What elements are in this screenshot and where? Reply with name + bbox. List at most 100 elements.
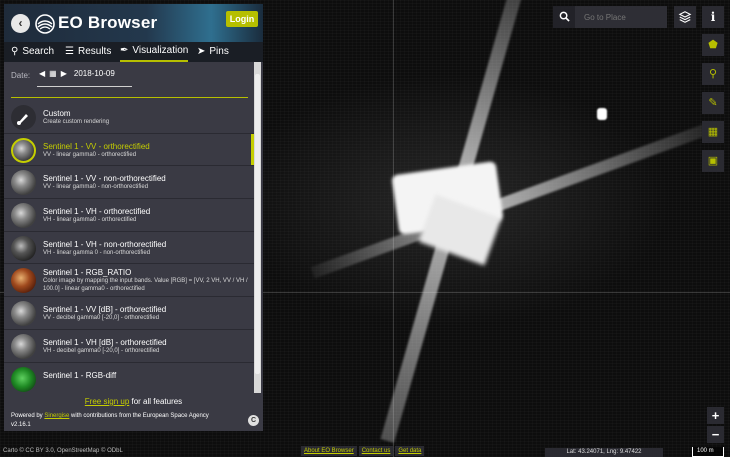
layer-desc: VV - linear gamma0 - non-orthorectified — [43, 184, 149, 191]
cc-license-icon[interactable]: C — [248, 415, 259, 426]
prev-date-icon[interactable]: ◀ — [39, 69, 45, 78]
layer-item-custom[interactable]: Custom Create custom rendering — [4, 101, 254, 134]
layer-desc: VV - decibel gamma0 [-20,0] - orthorecti… — [43, 315, 160, 322]
layer-item[interactable]: Sentinel 1 - RGB_RATIO Color image by ma… — [4, 264, 254, 298]
layer-title: Sentinel 1 - RGB-diff — [43, 370, 117, 380]
layer-item[interactable]: Sentinel 1 - VV [dB] - orthorectified VV… — [4, 297, 254, 330]
layer-item[interactable]: Sentinel 1 - VV - non-orthorectified VV … — [4, 166, 254, 200]
date-row: Date: ◀ ▦ ▶ 2018-10-09 — [4, 62, 263, 92]
footer-links: About EO Browser Contact us Get data — [301, 446, 425, 456]
layer-thumbnail — [11, 333, 36, 359]
login-button[interactable]: Login — [226, 11, 258, 27]
app-title: EO Browser — [58, 13, 158, 32]
layer-list: Custom Create custom rendering Sentinel … — [4, 101, 254, 395]
layer-desc: Create custom rendering — [43, 119, 110, 125]
tab-pins[interactable]: ➤ Pins — [197, 42, 229, 62]
layer-thumbnail — [11, 235, 36, 261]
next-date-icon[interactable]: ▶ — [61, 69, 67, 78]
list-icon: ☰ — [65, 46, 74, 57]
place-search — [553, 6, 667, 28]
tab-label: Results — [77, 46, 112, 57]
coordinates-readout: Lat: 43.24071, Lng: 9.47422 — [545, 448, 663, 457]
place-marker-button[interactable]: ⚲ — [702, 63, 724, 85]
collapse-button[interactable]: ‹ — [11, 14, 30, 33]
layer-title: Custom — [43, 109, 71, 118]
layer-item[interactable]: Sentinel 1 - VH - non-orthorectified VH … — [4, 232, 254, 265]
timelapse-button[interactable]: ▣ — [702, 150, 724, 172]
layer-thumbnail — [11, 137, 36, 163]
layer-desc: VH - linear gamma0 - orthorectified — [43, 217, 137, 224]
film-icon: ▣ — [707, 155, 719, 167]
layer-title: Sentinel 1 - VV [dB] - orthorectified — [43, 305, 167, 315]
layer-title: Sentinel 1 - RGB_RATIO — [43, 268, 132, 278]
location-pin-icon: ⚲ — [708, 68, 718, 80]
ruler-icon: ✎ — [708, 97, 718, 109]
layer-desc: VV - linear gamma0 - orthorectified — [43, 151, 137, 158]
zoom-in-button[interactable]: + — [707, 407, 724, 424]
sidebar-panel: ‹ EO Browser Login ⚲ Search ☰ Results ✒ … — [4, 4, 263, 431]
panel-header: ‹ EO Browser Login — [4, 4, 263, 42]
date-controls: ◀ ▦ ▶ 2018-10-09 — [39, 69, 115, 78]
divider — [11, 97, 248, 98]
layer-item[interactable]: Sentinel 1 - VH - orthorectified VH - li… — [4, 199, 254, 232]
map-attribution: Carto © CC BY 3.0, OpenStreetMap © ODbL — [3, 448, 123, 454]
tab-label: Visualization — [132, 45, 189, 56]
version: v2.16.1 — [11, 422, 31, 428]
image-file-icon: ▦ — [707, 126, 719, 138]
calendar-icon[interactable]: ▦ — [49, 69, 57, 78]
sar-streak — [310, 123, 710, 279]
layer-desc: VH - decibel gamma0 [-20,0] - orthorecti… — [43, 347, 160, 354]
download-image-button[interactable]: ▦ — [702, 121, 724, 143]
layer-title: Sentinel 1 - VV - orthorectified — [43, 141, 150, 151]
place-search-input[interactable] — [576, 6, 667, 28]
pin-icon: ➤ — [197, 46, 206, 57]
layer-item[interactable]: Sentinel 1 - RGB-diff — [4, 363, 254, 396]
tab-bar: ⚲ Search ☰ Results ✒ Visualization ➤ Pin… — [4, 42, 263, 62]
about-link[interactable]: About EO Browser — [301, 446, 357, 456]
info-button[interactable]: i — [702, 6, 724, 28]
measure-button[interactable]: ✎ — [702, 92, 724, 114]
layer-thumbnail — [11, 366, 36, 392]
layer-thumbnail — [11, 170, 36, 196]
scrollbar-thumb[interactable] — [255, 74, 260, 374]
layer-title: Sentinel 1 - VH [dB] - orthorectified — [43, 337, 167, 347]
globe-logo-icon — [35, 14, 55, 34]
scale-bar: 100 m — [692, 447, 724, 457]
layers-button[interactable] — [674, 6, 696, 28]
search-icon[interactable] — [553, 6, 575, 28]
tab-label: Search — [22, 46, 55, 57]
sinergise-link[interactable]: Sinergise — [44, 413, 69, 419]
date-underline — [37, 86, 132, 87]
layer-title: Sentinel 1 - VH - non-orthorectified — [43, 239, 167, 249]
zoom-out-button[interactable]: − — [707, 426, 724, 443]
signup-line: Free sign up for all features — [4, 397, 263, 406]
layer-item[interactable]: Sentinel 1 - VV - orthorectified VV - li… — [4, 133, 254, 167]
layer-item[interactable]: Sentinel 1 - VH [dB] - orthorectified VH… — [4, 330, 254, 363]
brush-icon: ✒ — [120, 45, 129, 56]
contact-link[interactable]: Contact us — [358, 446, 394, 456]
draw-polygon-button[interactable]: ⬟ — [702, 34, 724, 56]
layer-thumbnail — [11, 203, 36, 229]
tab-search[interactable]: ⚲ Search — [11, 42, 54, 62]
get-data-link[interactable]: Get data — [395, 446, 425, 456]
tab-visualization[interactable]: ✒ Visualization — [120, 42, 189, 62]
powered-prefix: Powered by — [11, 413, 45, 419]
signup-link[interactable]: Free sign up — [85, 397, 129, 406]
layers-icon — [678, 11, 692, 23]
powered-by: Powered by Sinergise with contributions … — [11, 413, 209, 419]
tab-results[interactable]: ☰ Results — [65, 42, 111, 62]
layer-desc: VH - linear gamma 0 - non-orthorectified — [43, 249, 151, 256]
layer-thumbnail — [11, 301, 36, 327]
layer-thumbnail — [11, 268, 36, 294]
date-value[interactable]: 2018-10-09 — [74, 69, 115, 78]
search-icon: ⚲ — [11, 46, 19, 57]
small-reflection — [597, 108, 607, 120]
layer-desc: Color image by mapping the input bands. … — [43, 278, 248, 293]
powered-suffix: with contributions from the European Spa… — [69, 413, 209, 419]
signup-text: for all features — [129, 397, 183, 406]
tab-label: Pins — [209, 46, 229, 57]
layer-title: Sentinel 1 - VH - orthorectified — [43, 207, 151, 217]
brush-icon — [11, 105, 36, 130]
date-label: Date: — [11, 71, 31, 80]
pentagon-icon: ⬟ — [708, 39, 718, 51]
